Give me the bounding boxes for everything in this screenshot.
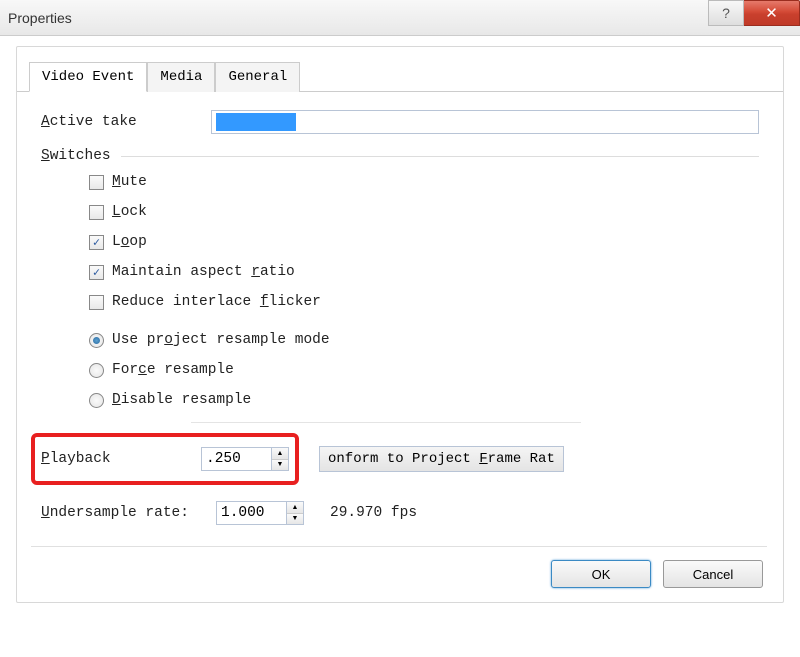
checkbox-aspect-label: Maintain aspect ratio (112, 264, 295, 280)
help-icon: ? (722, 5, 730, 21)
radio-disable-resample-row: Disable resample (89, 392, 759, 408)
checkbox-loop-row: Loop (89, 234, 759, 250)
panel: Video Event Media General Active take Sw… (16, 46, 784, 603)
checkbox-lock[interactable] (89, 205, 104, 220)
chevron-down-icon: ▼ (277, 461, 284, 468)
undersample-row: Undersample rate: ▲ ▼ 29.970 fps (41, 501, 759, 525)
playback-spinner: ▲ ▼ (201, 447, 289, 471)
active-take-row: Active take (41, 110, 759, 134)
playback-highlight: Playback ▲ ▼ (31, 433, 299, 485)
help-button[interactable]: ? (708, 0, 744, 26)
playback-label: Playback (41, 451, 191, 467)
playback-spin-up[interactable]: ▲ (272, 448, 288, 460)
checkbox-interlace[interactable] (89, 295, 104, 310)
checkbox-mute-row: Mute (89, 174, 759, 190)
undersample-spin-down[interactable]: ▼ (287, 514, 303, 525)
undersample-input[interactable] (216, 501, 286, 525)
radio-project-resample-label: Use project resample mode (112, 332, 330, 348)
radio-disable-resample-label: Disable resample (112, 392, 251, 408)
playback-spin-down[interactable]: ▼ (272, 460, 288, 471)
tab-strip: Video Event Media General (17, 47, 783, 92)
tab-general[interactable]: General (215, 62, 300, 92)
checkbox-lock-row: Lock (89, 204, 759, 220)
checkbox-loop-label: Loop (112, 234, 147, 250)
radio-force-resample[interactable] (89, 363, 104, 378)
radio-project-resample-row: Use project resample mode (89, 332, 759, 348)
active-take-input[interactable] (211, 110, 759, 134)
undersample-spin-up[interactable]: ▲ (287, 502, 303, 514)
undersample-spinner: ▲ ▼ (216, 501, 304, 525)
active-take-label: Active take (41, 114, 211, 130)
close-icon: ✕ (765, 4, 778, 22)
tab-media[interactable]: Media (147, 62, 215, 92)
active-take-selection (216, 113, 296, 131)
switches-group-label: Switches (41, 148, 759, 164)
tab-content: Active take Switches Mute Lock Loop (17, 92, 783, 543)
dialog-button-bar: OK Cancel (551, 560, 763, 588)
ok-button[interactable]: OK (551, 560, 651, 588)
undersample-label: Undersample rate: (41, 505, 206, 521)
playback-row: Playback ▲ ▼ onform to Project Frame Rat (41, 433, 759, 485)
checkbox-lock-label: Lock (112, 204, 147, 220)
window-title: Properties (8, 10, 72, 26)
tab-video-event[interactable]: Video Event (29, 62, 147, 92)
checkbox-interlace-label: Reduce interlace flicker (112, 294, 321, 310)
chevron-up-icon: ▲ (292, 504, 299, 511)
checkbox-mute[interactable] (89, 175, 104, 190)
checkbox-aspect-row: Maintain aspect ratio (89, 264, 759, 280)
radio-disable-resample[interactable] (89, 393, 104, 408)
titlebar: Properties ? ✕ (0, 0, 800, 36)
close-button[interactable]: ✕ (744, 0, 800, 26)
checkbox-loop[interactable] (89, 235, 104, 250)
cancel-button[interactable]: Cancel (663, 560, 763, 588)
conform-frame-rate-button[interactable]: onform to Project Frame Rat (319, 446, 564, 472)
checkbox-interlace-row: Reduce interlace flicker (89, 294, 759, 310)
chevron-up-icon: ▲ (277, 450, 284, 457)
switches-group: Mute Lock Loop Maintain aspect ratio Red… (41, 174, 759, 408)
checkbox-mute-label: Mute (112, 174, 147, 190)
radio-force-resample-label: Force resample (112, 362, 234, 378)
fps-display: 29.970 fps (330, 505, 417, 521)
checkbox-aspect[interactable] (89, 265, 104, 280)
playback-input[interactable] (201, 447, 271, 471)
chevron-down-icon: ▼ (292, 515, 299, 522)
radio-force-resample-row: Force resample (89, 362, 759, 378)
radio-project-resample[interactable] (89, 333, 104, 348)
